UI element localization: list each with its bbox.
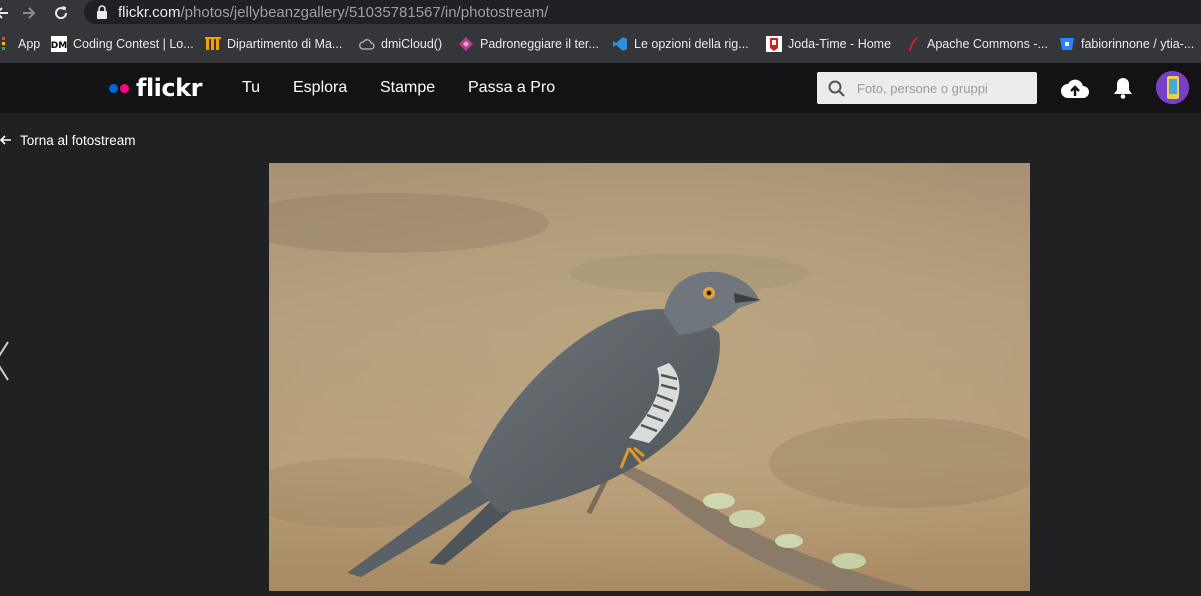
dipartimento-icon [205,36,221,52]
coding-contest-icon: DM [51,36,67,52]
forward-arrow-icon[interactable] [19,3,39,23]
menu-passa-a-pro[interactable]: Passa a Pro [468,79,555,97]
menu-esplora[interactable]: Esplora [293,79,347,97]
user-avatar[interactable] [1156,71,1189,104]
bookmark-label: fabiorinnone / ytia-... [1081,37,1195,51]
back-arrow-icon[interactable] [0,3,12,23]
previous-photo-arrow-icon[interactable] [0,340,12,382]
bookmark-label: Apache Commons -... [927,37,1048,51]
url-host: flickr.com [118,4,181,21]
bookmark-coding-contest[interactable]: DM Coding Contest | Lo... [51,35,194,53]
url-text[interactable]: flickr.com/photos/jellybeanzgallery/5103… [118,4,548,21]
notifications-bell-icon[interactable] [1112,76,1134,100]
flickr-logo[interactable]: flickr [109,74,202,102]
browser-toolbar: flickr.com/photos/jellybeanzgallery/5103… [0,0,1201,26]
logo-pink-dot [120,83,129,93]
url-path: /photos/jellybeanzgallery/51035781567/in… [180,4,549,21]
apps-grid-icon [0,36,12,52]
bitbucket-icon [1059,36,1075,52]
svg-text:DM: DM [51,41,67,51]
search-placeholder: Foto, persone o gruppi [857,81,988,96]
bookmarks-bar: App DM Coding Contest | Lo... Dipartimen… [0,26,1201,64]
back-to-photostream-link[interactable]: Torna al fotostream [0,130,136,150]
arrow-left-icon [0,133,12,148]
vscode-icon [612,36,628,52]
bookmark-apache-commons[interactable]: Apache Commons -... [905,35,1048,53]
terminal-icon [458,36,474,52]
bookmark-opzioni[interactable]: Le opzioni della rig... [612,35,749,53]
bookmark-app[interactable]: App [0,35,40,53]
bookmark-label: Joda-Time - Home [788,37,892,51]
logo-text: flickr [136,74,202,102]
bookmark-dmicloud[interactable]: dmiCloud() [359,35,442,53]
menu-tu[interactable]: Tu [242,79,260,97]
bookmark-bitbucket[interactable]: fabiorinnone / ytia-... [1059,35,1194,53]
upload-icon[interactable] [1059,75,1091,101]
reload-icon[interactable] [51,3,71,23]
bookmark-label: Padroneggiare il ter... [480,37,599,51]
search-icon [828,80,845,102]
logo-blue-dot [109,83,118,93]
bookmark-joda-time[interactable]: Joda-Time - Home [766,35,891,53]
cloud-icon [359,36,375,52]
bookmark-dipartimento[interactable]: Dipartimento di Ma... [205,35,342,53]
bookmark-label: App [18,37,41,51]
menu-stampe[interactable]: Stampe [380,79,435,97]
apache-feather-icon [905,36,921,52]
bookmark-label: Dipartimento di Ma... [227,37,343,51]
back-label: Torna al fotostream [20,132,136,148]
cuckoo-bird-photo [269,163,1030,591]
joda-icon [766,36,782,52]
flickr-header: flickr Tu Esplora Stampe Passa a Pro Fot… [0,63,1201,113]
lock-icon [96,5,108,24]
main-photo[interactable] [269,163,1030,591]
bookmark-padroneggiare[interactable]: Padroneggiare il ter... [458,35,599,53]
bookmark-label: Le opzioni della rig... [634,37,749,51]
bookmark-label: Coding Contest | Lo... [73,37,194,51]
search-input[interactable]: Foto, persone o gruppi [817,72,1037,104]
bookmark-label: dmiCloud() [381,37,443,51]
